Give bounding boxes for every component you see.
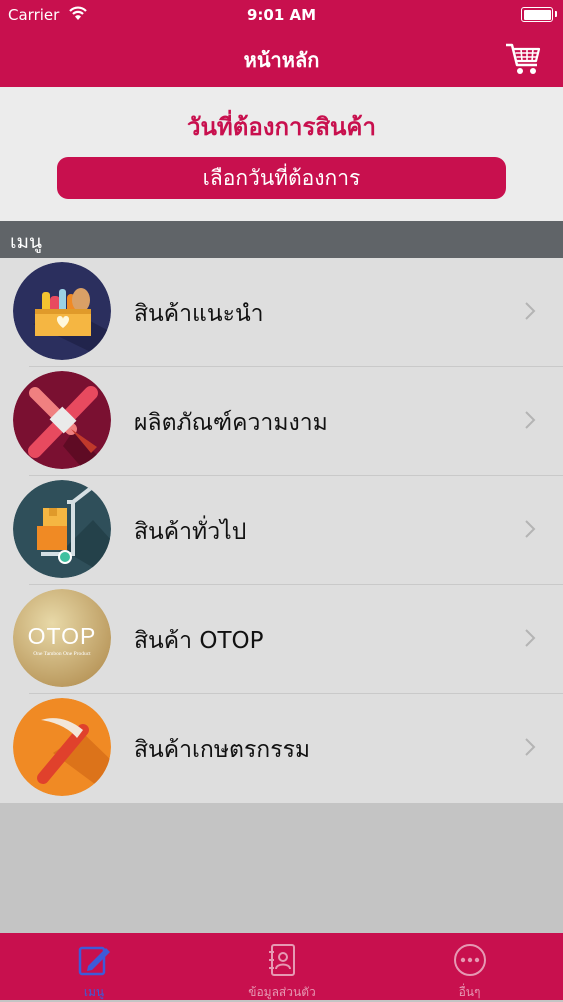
select-date-button[interactable]: เลือกวันที่ต้องการ bbox=[57, 157, 506, 199]
hand-truck-icon bbox=[13, 480, 111, 578]
menu-header-label: เมนู bbox=[10, 231, 43, 253]
chevron-right-icon bbox=[525, 738, 536, 756]
status-bar: Carrier 9:01 AM bbox=[0, 0, 563, 30]
otop-logo-text: OTOP bbox=[28, 623, 97, 649]
menu-item-beauty[interactable]: ผลิตภัณฑ์ความงาม bbox=[0, 367, 563, 476]
page-title: หน้าหลัก bbox=[243, 48, 320, 72]
menu-item-label: สินค้า OTOP bbox=[134, 628, 264, 654]
tab-label: อื่นๆ bbox=[458, 985, 481, 999]
date-section: วันที่ต้องการสินค้า เลือกวันที่ต้องการ bbox=[0, 87, 563, 221]
tab-label: ข้อมูลส่วนตัว bbox=[248, 985, 316, 999]
contact-book-icon bbox=[269, 944, 295, 976]
sickle-icon bbox=[13, 698, 111, 796]
menu-item-label: สินค้าแนะนำ bbox=[134, 301, 264, 327]
clock: 9:01 AM bbox=[246, 6, 317, 24]
cart-icon[interactable] bbox=[503, 38, 543, 78]
menu-item-label: สินค้าเกษตรกรรม bbox=[134, 737, 311, 763]
menu-item-label: สินค้าทั่วไป bbox=[134, 519, 247, 545]
tab-profile[interactable]: ข้อมูลส่วนตัว bbox=[188, 933, 376, 1000]
menu-list: สินค้าแนะนำ ผลิตภัณฑ์ความงาม สินค้าทั่วไ… bbox=[0, 258, 563, 803]
more-icon bbox=[453, 944, 486, 976]
chevron-right-icon bbox=[525, 302, 536, 320]
battery-icon bbox=[521, 7, 557, 22]
tab-more[interactable]: อื่นๆ bbox=[376, 933, 563, 1000]
tab-menu[interactable]: เมนู bbox=[0, 933, 188, 1000]
menu-item-general[interactable]: สินค้าทั่วไป bbox=[0, 476, 563, 585]
chevron-right-icon bbox=[525, 629, 536, 647]
tab-label: เมนู bbox=[83, 985, 105, 999]
otop-logo-tagline: One Tambon One Product bbox=[33, 651, 91, 657]
navigation-bar: หน้าหลัก bbox=[0, 30, 563, 87]
menu-item-recommended[interactable]: สินค้าแนะนำ bbox=[0, 258, 563, 367]
date-heading: วันที่ต้องการสินค้า bbox=[187, 113, 376, 141]
menu-item-agriculture[interactable]: สินค้าเกษตรกรรม bbox=[0, 694, 563, 803]
menu-item-label: ผลิตภัณฑ์ความงาม bbox=[134, 410, 328, 436]
tab-bar: เมนู ข้อมูลส่วนตัว อื่นๆ bbox=[0, 933, 563, 1000]
grocery-box-icon bbox=[13, 262, 111, 360]
otop-logo-icon: OTOP One Tambon One Product bbox=[13, 589, 111, 687]
menu-section-header: เมนู bbox=[0, 221, 563, 258]
menu-item-otop[interactable]: OTOP One Tambon One Product สินค้า OTOP bbox=[0, 585, 563, 694]
chevron-right-icon bbox=[525, 520, 536, 538]
beauty-brush-icon bbox=[13, 371, 111, 469]
edit-icon bbox=[78, 946, 110, 976]
chevron-right-icon bbox=[525, 411, 536, 429]
